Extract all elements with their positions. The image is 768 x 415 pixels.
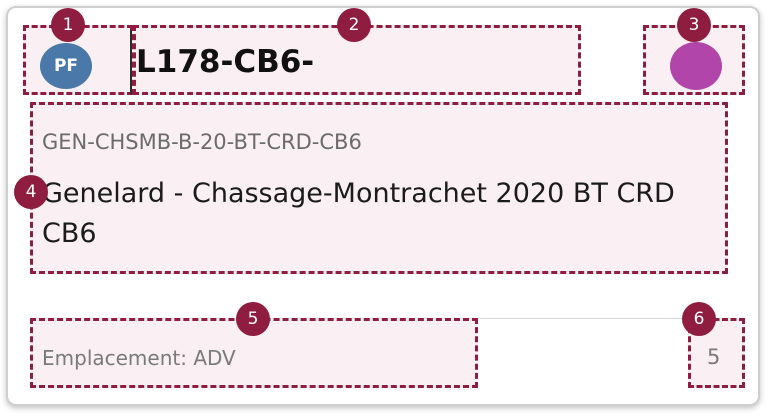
separator bbox=[130, 30, 132, 94]
marker-5: 5 bbox=[236, 302, 270, 336]
marker-6: 6 bbox=[682, 302, 716, 336]
marker-1: 1 bbox=[51, 8, 85, 42]
card-title[interactable]: L178-CB6- bbox=[136, 44, 314, 80]
product-description: Genelard - Chassage-Montrachet 2020 BT C… bbox=[42, 178, 675, 249]
status-indicator[interactable] bbox=[670, 42, 722, 90]
marker-2: 2 bbox=[337, 8, 371, 42]
quantity-value: 5 bbox=[707, 345, 721, 369]
divider bbox=[480, 318, 690, 319]
avatar-badge[interactable]: PF bbox=[40, 43, 92, 89]
marker-4: 4 bbox=[14, 175, 48, 209]
product-code: GEN-CHSMB-B-20-BT-CRD-CB6 bbox=[42, 130, 362, 154]
marker-3: 3 bbox=[677, 8, 711, 42]
location-label: Emplacement: ADV bbox=[42, 346, 236, 370]
